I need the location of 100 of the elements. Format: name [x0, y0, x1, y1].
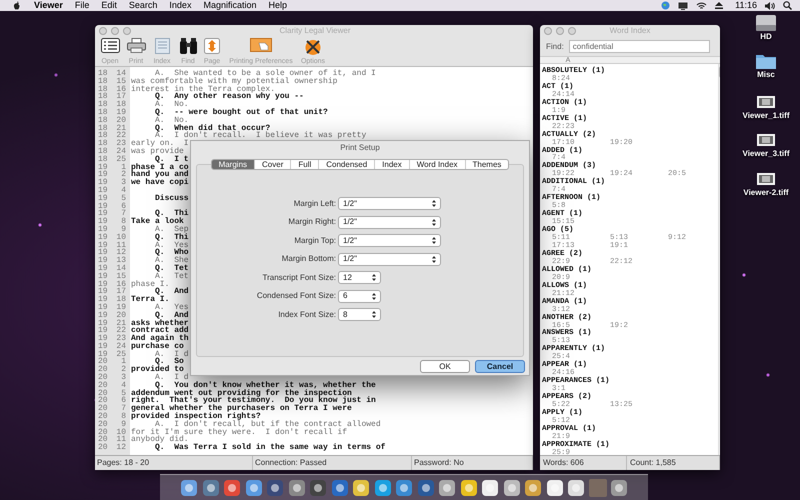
app-icon[interactable] [438, 478, 456, 496]
up-down-arrows-icon [432, 200, 436, 207]
app-icon[interactable] [266, 478, 284, 496]
line-number: 12 [116, 444, 126, 452]
clock[interactable]: 11:16 [735, 0, 757, 12]
app-icon[interactable] [244, 478, 262, 496]
app-icon[interactable] [202, 478, 220, 496]
app-icon[interactable] [330, 478, 348, 496]
popup-menu[interactable]: 1/2" [338, 216, 441, 228]
page-number: 19 [98, 179, 108, 187]
desktop-icon-label[interactable]: Misc [757, 70, 775, 79]
desktop-icon-label[interactable]: HD [760, 32, 772, 41]
transcript-line: A. I don't recall, but if the contract allowed [155, 420, 381, 429]
tab[interactable]: Word Index [408, 160, 465, 169]
line-number: 20 [116, 116, 126, 125]
app-icon[interactable] [223, 478, 241, 496]
display-icon[interactable] [678, 2, 688, 10]
desktop-icon-label[interactable]: Viewer-2.tiff [743, 188, 789, 197]
app-icon[interactable] [352, 478, 370, 496]
line-number: 16 [116, 280, 126, 288]
page-number: 19 [98, 288, 108, 296]
line-number: 22 [116, 132, 126, 140]
menu-item[interactable]: Search [128, 0, 158, 12]
line-number: 2 [121, 366, 126, 374]
menu-item[interactable]: Index [169, 0, 192, 12]
menu-item[interactable]: Viewer [34, 0, 63, 12]
page-number: 19 [98, 257, 108, 265]
transcript-line: A. Tet [154, 272, 189, 281]
page-number: 19 [98, 210, 108, 218]
tab[interactable]: Full [290, 160, 318, 169]
app-icon[interactable] [481, 478, 499, 496]
tab[interactable]: Cover [254, 160, 290, 169]
line-number: 17 [116, 288, 126, 296]
page-number: 20 [98, 444, 108, 452]
app-icon[interactable] [374, 478, 392, 496]
app-icon[interactable] [546, 478, 564, 496]
popup-menu[interactable]: 8 [338, 308, 381, 321]
page-number: 19 [98, 242, 108, 250]
popup-menu[interactable]: 12 [338, 271, 381, 284]
status-text: Count: 1,585 [630, 457, 676, 469]
find-field[interactable]: confidential [568, 40, 710, 53]
popup-menu[interactable]: 1/2" [338, 234, 441, 247]
up-down-arrows-icon [372, 274, 376, 281]
image-file-icon[interactable] [755, 170, 777, 188]
line-number: 23 [116, 335, 126, 343]
popup-menu[interactable]: 1/2" [338, 197, 441, 210]
desktop-icon-label[interactable]: Viewer_3.tiff [742, 149, 790, 158]
app-icon[interactable] [502, 478, 520, 496]
app-icon[interactable] [288, 478, 306, 496]
app-icon[interactable] [309, 478, 327, 496]
line-number: 1 [121, 164, 126, 172]
menu-item[interactable]: Help [268, 0, 287, 12]
transcript-line: Q. Any other reason why you -- [154, 92, 304, 102]
window-title: Word Index [608, 25, 652, 37]
dialog-button[interactable]: OK [420, 360, 470, 373]
tab[interactable]: Index [374, 160, 409, 169]
app-icon[interactable] [416, 478, 434, 496]
line-number: 1 [121, 358, 126, 366]
page-number: 19 [98, 350, 108, 358]
tab[interactable]: Condensed [318, 160, 374, 169]
window-title: Clarity Legal Viewer [278, 25, 352, 37]
page-number: 19 [98, 304, 108, 312]
menu-item[interactable]: File [74, 0, 90, 12]
app-icon[interactable] [460, 478, 478, 496]
volume-icon[interactable] [765, 2, 775, 10]
line-number: 23 [116, 140, 126, 148]
page-number: 19 [98, 335, 108, 343]
popup-menu[interactable]: 6 [338, 290, 381, 302]
popup-menu[interactable]: 1/2" [338, 252, 441, 266]
dialog-button[interactable]: Cancel [475, 360, 525, 373]
app-icon[interactable] [180, 478, 198, 496]
wifi-icon[interactable] [696, 2, 708, 10]
image-file-icon[interactable] [755, 93, 777, 111]
transcript-line: A. I d [154, 373, 189, 382]
transcript-line: hand you and [131, 170, 189, 180]
line-number: 18 [116, 296, 126, 304]
image-file-icon[interactable] [755, 131, 777, 149]
find-label: Find: [546, 40, 564, 52]
globe-icon[interactable] [661, 1, 670, 10]
line-number: 21 [116, 320, 126, 328]
app-icon[interactable] [610, 478, 628, 496]
transcript-line: right. That's your testimony. Do you know just in [131, 396, 376, 406]
eject-icon[interactable] [715, 2, 724, 9]
transcript-line: Q. Thi [154, 209, 189, 218]
app-icon[interactable] [524, 478, 542, 496]
page-number: 19 [98, 327, 108, 336]
status-text: Pages: 18 - 20 [97, 457, 150, 469]
menu-item[interactable]: Edit [101, 0, 117, 12]
folder-icon[interactable] [755, 52, 777, 70]
search-icon[interactable] [783, 1, 792, 10]
desktop-icon-label[interactable]: Viewer_1.tiff [742, 111, 790, 120]
line-number: 25 [116, 156, 126, 164]
app-icon[interactable] [395, 478, 413, 496]
page-number: 20 [98, 420, 108, 429]
transcript-line: Q. Tet [154, 264, 189, 273]
tab[interactable]: Margins [212, 160, 254, 169]
app-icon[interactable] [567, 478, 585, 496]
menu-item[interactable]: Magnification [203, 0, 256, 12]
apple-icon[interactable] [13, 1, 21, 10]
hard-drive-icon[interactable] [755, 14, 777, 32]
